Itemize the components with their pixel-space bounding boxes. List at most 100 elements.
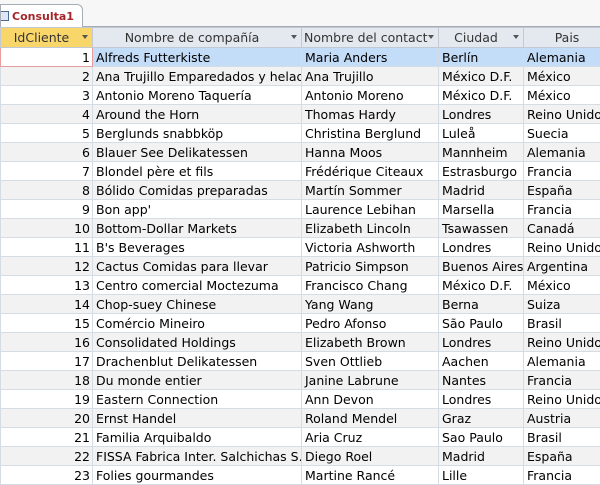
cell-nombre-contacto[interactable]: Yang Wang [302, 295, 439, 314]
cell-nombre-contacto[interactable]: Elizabeth Lincoln [302, 219, 439, 238]
table-row[interactable]: 8Bólido Comidas preparadasMartín SommerM… [1, 181, 600, 200]
cell-ciudad[interactable]: Mannheim [439, 143, 524, 162]
cell-nombre-compania[interactable]: FISSA Fabrica Inter. Salchichas S.A. [93, 447, 302, 466]
cell-ciudad[interactable]: México D.F. [439, 86, 524, 105]
cell-ciudad[interactable]: México D.F. [439, 276, 524, 295]
cell-ciudad[interactable]: Berlín [439, 48, 524, 67]
cell-id-cliente[interactable]: 21 [1, 428, 93, 447]
cell-id-cliente[interactable]: 17 [1, 352, 93, 371]
table-row[interactable]: 17Drachenblut DelikatessenSven OttliebAa… [1, 352, 600, 371]
cell-nombre-compania[interactable]: Bólido Comidas preparadas [93, 181, 302, 200]
cell-nombre-contacto[interactable]: Martín Sommer [302, 181, 439, 200]
cell-id-cliente[interactable]: 10 [1, 219, 93, 238]
table-row[interactable]: 13Centro comercial MoctezumaFrancisco Ch… [1, 276, 600, 295]
cell-nombre-compania[interactable]: Chop-suey Chinese [93, 295, 302, 314]
cell-nombre-contacto[interactable]: Hanna Moos [302, 143, 439, 162]
cell-pais[interactable]: Alemania [524, 48, 600, 67]
cell-pais[interactable]: España [524, 181, 600, 200]
cell-nombre-contacto[interactable]: Elizabeth Brown [302, 333, 439, 352]
column-header-pais[interactable]: Pais [524, 28, 600, 48]
cell-pais[interactable]: Brasil [524, 428, 600, 447]
cell-ciudad[interactable]: Madrid [439, 447, 524, 466]
cell-id-cliente[interactable]: 2 [1, 67, 93, 86]
table-row[interactable]: 4Around the HornThomas HardyLondresReino… [1, 105, 600, 124]
cell-id-cliente[interactable]: 13 [1, 276, 93, 295]
cell-ciudad[interactable]: México D.F. [439, 67, 524, 86]
cell-nombre-compania[interactable]: Comércio Mineiro [93, 314, 302, 333]
cell-nombre-compania[interactable]: Alfreds Futterkiste [93, 48, 302, 67]
cell-nombre-compania[interactable]: Du monde entier [93, 371, 302, 390]
cell-pais[interactable]: Reino Unido [524, 390, 600, 409]
cell-id-cliente[interactable]: 15 [1, 314, 93, 333]
cell-pais[interactable]: Reino Unido [524, 238, 600, 257]
cell-nombre-contacto[interactable]: Thomas Hardy [302, 105, 439, 124]
cell-ciudad[interactable]: Madrid [439, 181, 524, 200]
cell-nombre-contacto[interactable]: Janine Labrune [302, 371, 439, 390]
column-header-nombre-contacto[interactable]: Nombre del contact [302, 28, 439, 48]
cell-ciudad[interactable]: São Paulo [439, 314, 524, 333]
cell-pais[interactable]: Suiza [524, 295, 600, 314]
cell-nombre-compania[interactable]: Ernst Handel [93, 409, 302, 428]
table-row[interactable]: 20Ernst HandelRoland MendelGrazAustria [1, 409, 600, 428]
cell-id-cliente[interactable]: 6 [1, 143, 93, 162]
cell-id-cliente[interactable]: 9 [1, 200, 93, 219]
cell-pais[interactable]: Austria [524, 409, 600, 428]
table-row[interactable]: 11B's BeveragesVictoria AshworthLondresR… [1, 238, 600, 257]
cell-ciudad[interactable]: Luleå [439, 124, 524, 143]
query-tab[interactable]: Consulta1 [0, 4, 83, 27]
cell-nombre-compania[interactable]: Bottom-Dollar Markets [93, 219, 302, 238]
cell-pais[interactable]: México [524, 276, 600, 295]
cell-nombre-compania[interactable]: Consolidated Holdings [93, 333, 302, 352]
cell-nombre-contacto[interactable]: Antonio Moreno [302, 86, 439, 105]
cell-nombre-compania[interactable]: Ana Trujillo Emparedados y helados [93, 67, 302, 86]
cell-pais[interactable]: Suecia [524, 124, 600, 143]
cell-nombre-contacto[interactable]: Martine Rancé [302, 466, 439, 485]
cell-pais[interactable]: España [524, 447, 600, 466]
table-row[interactable]: 1Alfreds FutterkisteMaria AndersBerlínAl… [1, 48, 600, 67]
table-row[interactable]: 21Familia ArquibaldoAria CruzSao PauloBr… [1, 428, 600, 447]
cell-nombre-compania[interactable]: Bon app' [93, 200, 302, 219]
cell-id-cliente[interactable]: 16 [1, 333, 93, 352]
cell-pais[interactable]: Alemania [524, 352, 600, 371]
table-row[interactable]: 14Chop-suey ChineseYang WangBernaSuiza [1, 295, 600, 314]
cell-nombre-compania[interactable]: B's Beverages [93, 238, 302, 257]
cell-nombre-contacto[interactable]: Patricio Simpson [302, 257, 439, 276]
cell-nombre-compania[interactable]: Blondel père et fils [93, 162, 302, 181]
cell-ciudad[interactable]: Graz [439, 409, 524, 428]
cell-nombre-contacto[interactable]: Frédérique Citeaux [302, 162, 439, 181]
cell-nombre-contacto[interactable]: Aria Cruz [302, 428, 439, 447]
filter-dropdown-icon[interactable] [513, 35, 519, 39]
cell-id-cliente[interactable]: 8 [1, 181, 93, 200]
table-row[interactable]: 2Ana Trujillo Emparedados y heladosAna T… [1, 67, 600, 86]
cell-pais[interactable]: México [524, 86, 600, 105]
cell-id-cliente[interactable]: 1 [1, 48, 93, 67]
cell-id-cliente[interactable]: 7 [1, 162, 93, 181]
cell-nombre-contacto[interactable]: Roland Mendel [302, 409, 439, 428]
cell-ciudad[interactable]: Tsawassen [439, 219, 524, 238]
cell-nombre-contacto[interactable]: Diego Roel [302, 447, 439, 466]
cell-ciudad[interactable]: Berna [439, 295, 524, 314]
cell-pais[interactable]: Alemania [524, 143, 600, 162]
cell-id-cliente[interactable]: 19 [1, 390, 93, 409]
column-header-nombre-compania[interactable]: Nombre de compañía [93, 28, 302, 48]
column-header-ciudad[interactable]: Ciudad [439, 28, 524, 48]
cell-ciudad[interactable]: Londres [439, 238, 524, 257]
cell-nombre-compania[interactable]: Drachenblut Delikatessen [93, 352, 302, 371]
cell-nombre-compania[interactable]: Eastern Connection [93, 390, 302, 409]
cell-nombre-compania[interactable]: Familia Arquibaldo [93, 428, 302, 447]
table-row[interactable]: 6Blauer See DelikatessenHanna MoosMannhe… [1, 143, 600, 162]
table-row[interactable]: 19Eastern ConnectionAnn DevonLondresRein… [1, 390, 600, 409]
table-row[interactable]: 12Cactus Comidas para llevarPatricio Sim… [1, 257, 600, 276]
cell-id-cliente[interactable]: 5 [1, 124, 93, 143]
cell-nombre-contacto[interactable]: Francisco Chang [302, 276, 439, 295]
table-row[interactable]: 10Bottom-Dollar MarketsElizabeth Lincoln… [1, 219, 600, 238]
cell-ciudad[interactable]: Nantes [439, 371, 524, 390]
cell-nombre-compania[interactable]: Around the Horn [93, 105, 302, 124]
column-header-id-cliente[interactable]: IdCliente [1, 28, 93, 48]
table-row[interactable]: 22FISSA Fabrica Inter. Salchichas S.A.Di… [1, 447, 600, 466]
cell-ciudad[interactable]: Estrasburgo [439, 162, 524, 181]
cell-nombre-contacto[interactable]: Laurence Lebihan [302, 200, 439, 219]
cell-id-cliente[interactable]: 3 [1, 86, 93, 105]
cell-id-cliente[interactable]: 4 [1, 105, 93, 124]
table-row[interactable]: 18Du monde entierJanine LabruneNantesFra… [1, 371, 600, 390]
